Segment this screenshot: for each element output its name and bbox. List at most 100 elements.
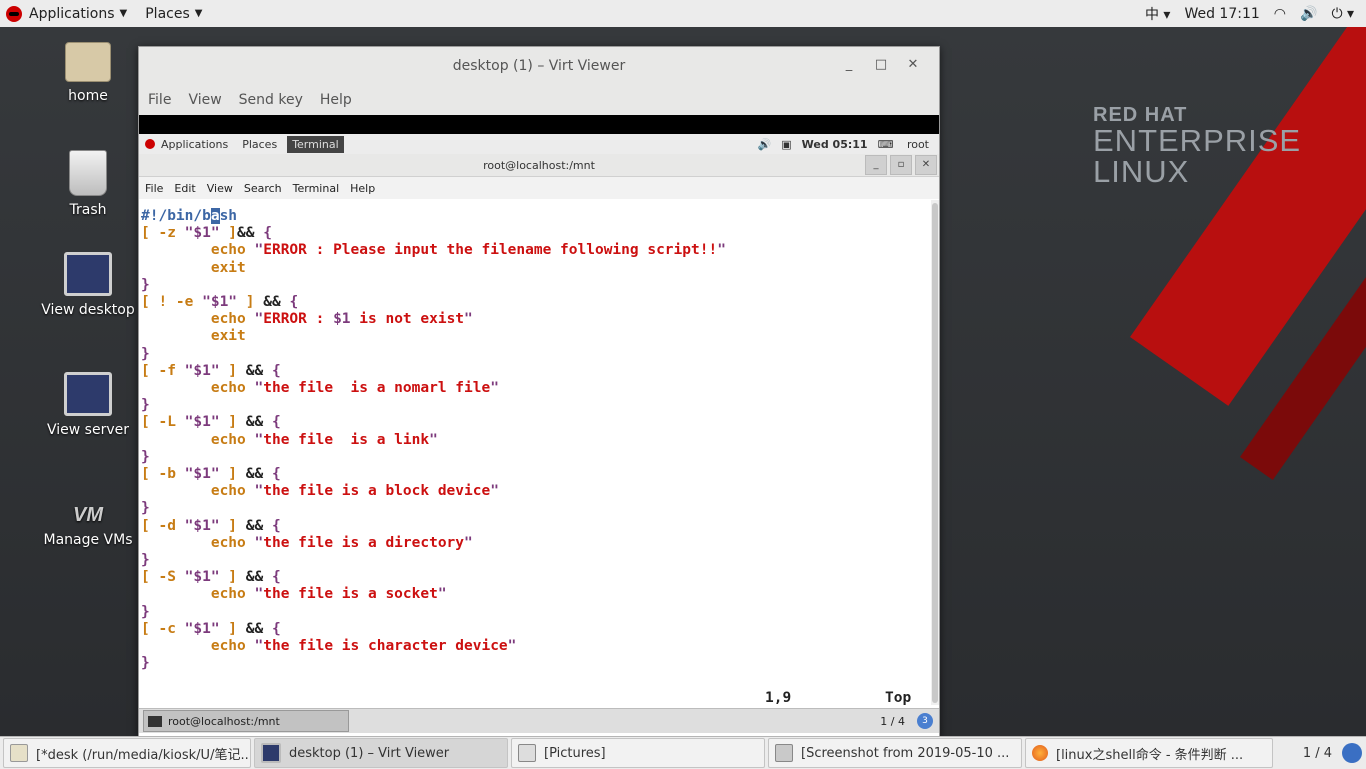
terminal-menu-file[interactable]: File: [145, 182, 163, 195]
code-line: [ -d "$1" ] && {: [141, 517, 281, 534]
terminal-menu-view[interactable]: View: [207, 182, 233, 195]
monitor-icon: [64, 372, 112, 416]
code-line: exit: [210, 259, 246, 276]
workspace-indicator-icon: 3: [917, 713, 933, 729]
places-menu[interactable]: Places ▼: [145, 6, 202, 22]
terminal-minimize-button[interactable]: _: [865, 155, 887, 175]
top-panel: Applications ▼ Places ▼ 中 ▾ Wed 17:11 ◠ …: [0, 0, 1366, 28]
terminal-close-button[interactable]: ✕: [915, 155, 937, 175]
vm-manager-icon: VM: [73, 504, 103, 526]
code-line: [ -z "$1" ]&& {: [141, 225, 272, 242]
code-line: echo "the file is a directory": [210, 534, 473, 551]
desktop-icon-trash[interactable]: Trash: [33, 150, 143, 218]
code-line: exit: [210, 328, 246, 345]
home-folder-icon: [65, 42, 111, 82]
monitor-icon: [261, 743, 281, 763]
code-line: [ -L "$1" ] && {: [141, 414, 281, 431]
maximize-button[interactable]: □: [865, 57, 897, 72]
chevron-down-icon: ▼: [119, 8, 128, 19]
code-line: echo "the file is a link": [210, 431, 438, 448]
redhat-icon: [6, 5, 22, 22]
code-line: }: [141, 552, 150, 569]
redhat-logo: RED HAT ENTERPRISE LINUX: [1093, 104, 1302, 189]
desktop-icon-manage-vms[interactable]: VM Manage VMs: [33, 504, 143, 548]
text-editor-icon: [10, 744, 28, 762]
taskbar-item-pictures[interactable]: [Pictures]: [511, 738, 765, 768]
image-viewer-icon: [775, 744, 793, 762]
terminal-titlebar[interactable]: root@localhost:/mnt _ ▫ ✕: [139, 154, 939, 177]
code-line: }: [141, 397, 150, 414]
code-line: echo "the file is a block device": [210, 483, 499, 500]
taskbar-item-screenshot[interactable]: [Screenshot from 2019-05-10 ...: [768, 738, 1022, 768]
folder-icon: [518, 744, 536, 762]
user-menu[interactable]: ⌨ root: [878, 138, 929, 151]
wifi-icon[interactable]: ◠: [1274, 6, 1286, 22]
volume-icon[interactable]: 🔊: [758, 138, 772, 151]
terminal-maximize-button[interactable]: ▫: [890, 155, 912, 175]
chevron-down-icon: ▼: [194, 8, 203, 19]
workspace-indicator-icon: [1342, 743, 1362, 763]
guest-applications-menu[interactable]: Applications: [145, 138, 228, 151]
code-line: [ -S "$1" ] && {: [141, 569, 281, 586]
terminal-menu-search[interactable]: Search: [244, 182, 282, 195]
close-button[interactable]: ✕: [897, 57, 929, 72]
terminal-title: root@localhost:/mnt: [483, 158, 595, 172]
terminal-menu-help[interactable]: Help: [350, 182, 375, 195]
guest-top-panel: Applications Places Terminal 🔊 ▣ Wed 05:…: [139, 134, 939, 155]
code-line: #!/bin/bash: [141, 208, 238, 224]
applications-menu[interactable]: Applications ▼: [6, 5, 128, 22]
code-line: }: [141, 448, 150, 465]
terminal-text-area[interactable]: #!/bin/bash[ -z "$1" ]&& { echo "ERROR :…: [139, 200, 931, 713]
code-line: echo "the file is character device": [210, 638, 517, 655]
desktop-icon-view-desktop[interactable]: View desktop: [33, 252, 143, 318]
guest-clock[interactable]: Wed 05:11: [802, 138, 868, 151]
display-border: [139, 115, 939, 134]
firefox-icon: [1032, 745, 1048, 761]
workspace-switcher[interactable]: 1 / 4: [1303, 743, 1362, 763]
code-line: echo "ERROR : Please input the filename …: [210, 242, 726, 259]
menu-help[interactable]: Help: [320, 92, 352, 108]
guest-places-menu[interactable]: Places: [242, 138, 277, 151]
code-line: echo "the file is a nomarl file": [210, 380, 499, 397]
desktop-icon-home[interactable]: home: [33, 42, 143, 104]
places-label: Places: [145, 5, 190, 22]
network-icon[interactable]: ▣: [781, 138, 791, 151]
virt-viewer-window: desktop (1) – Virt Viewer _ □ ✕ File Vie…: [138, 46, 940, 738]
menu-file[interactable]: File: [148, 92, 171, 108]
menu-send-key[interactable]: Send key: [239, 92, 303, 108]
menu-view[interactable]: View: [188, 92, 221, 108]
power-icon[interactable]: ⏻ ▾: [1331, 6, 1354, 22]
redhat-icon: [145, 139, 155, 149]
volume-icon[interactable]: 🔊: [1300, 6, 1317, 22]
taskbar-item-editor[interactable]: [*desk (/run/media/kiosk/U/笔记...: [3, 738, 251, 768]
input-method-indicator[interactable]: 中 ▾: [1131, 4, 1170, 24]
terminal-scrollbar[interactable]: [931, 200, 939, 705]
terminal-menu-edit[interactable]: Edit: [174, 182, 195, 195]
cursor-position: 1,9: [765, 690, 792, 706]
terminal-window: root@localhost:/mnt _ ▫ ✕ File Edit View…: [139, 154, 939, 737]
host-taskbar: [*desk (/run/media/kiosk/U/笔记... desktop…: [0, 736, 1366, 769]
trash-icon: [69, 150, 107, 196]
taskbar-item-firefox[interactable]: [linux之shell命令 - 条件判断 ...: [1025, 738, 1273, 768]
taskbar-item-virt-viewer[interactable]: desktop (1) – Virt Viewer: [254, 738, 508, 768]
guest-bottom-panel: root@localhost:/mnt 1 / 4 3: [139, 708, 939, 733]
guest-taskbar-item[interactable]: root@localhost:/mnt: [143, 710, 349, 732]
guest-terminal-indicator[interactable]: Terminal: [287, 135, 344, 153]
code-line: }: [141, 500, 150, 517]
desktop-icon-view-server[interactable]: View server: [33, 372, 143, 438]
applications-label: Applications: [29, 5, 115, 22]
terminal-icon: [148, 715, 162, 727]
code-line: [ -f "$1" ] && {: [141, 362, 281, 379]
minimize-button[interactable]: _: [833, 57, 865, 72]
scroll-position: Top: [885, 690, 912, 706]
code-line: [ ! -e "$1" ] && {: [141, 294, 299, 311]
window-titlebar[interactable]: desktop (1) – Virt Viewer _ □ ✕: [139, 47, 939, 85]
code-line: }: [141, 345, 150, 362]
terminal-menu-terminal[interactable]: Terminal: [293, 182, 340, 195]
guest-workspace-switcher[interactable]: 1 / 4 3: [880, 713, 933, 729]
monitor-icon: [64, 252, 112, 296]
code-line: echo "ERROR : $1 is not exist": [210, 311, 473, 328]
clock[interactable]: Wed 17:11: [1184, 6, 1259, 22]
code-line: echo "the file is a socket": [210, 586, 447, 603]
virt-viewer-menubar: File View Send key Help: [139, 85, 939, 115]
